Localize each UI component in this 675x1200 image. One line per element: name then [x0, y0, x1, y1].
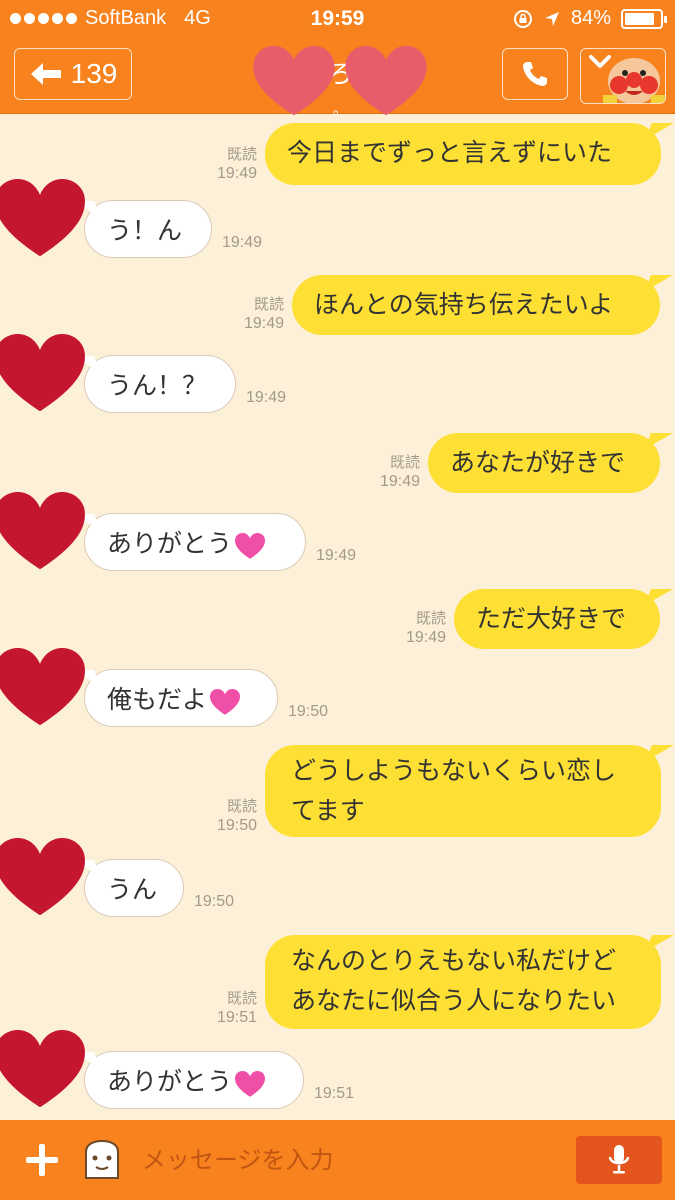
chat-header: 139 ろ 。 — [0, 38, 675, 117]
status-bar: SoftBank 4G 19:59 84% — [0, 0, 675, 38]
message-time: 19:49 — [379, 473, 420, 490]
their-message-bubble[interactable]: 俺もだよ — [84, 669, 278, 727]
pink-heart-emoji-icon — [235, 1070, 265, 1097]
arrow-left-icon — [30, 63, 61, 85]
message-time: 19:50 — [288, 703, 329, 720]
microphone-icon — [608, 1145, 630, 1174]
location-arrow-icon — [544, 11, 559, 26]
pink-heart-emoji-icon — [235, 532, 265, 559]
message-time: 19:49 — [246, 389, 287, 406]
back-button[interactable]: 139 — [14, 48, 132, 100]
message-meta: 既読 19:51 — [205, 989, 257, 1027]
message-time: 19:51 — [216, 1009, 257, 1026]
read-receipt: 既読 — [253, 296, 284, 313]
avatar-heart-icon — [0, 492, 85, 570]
message-text-line: てます — [291, 796, 365, 825]
message-text-line: うん — [107, 875, 158, 904]
message-text-line: ほんとの気持ち伝えたいよ — [314, 290, 614, 319]
message-input[interactable] — [142, 1140, 552, 1180]
battery-percent: 84% — [570, 7, 611, 29]
message-meta: 19:49 — [246, 388, 306, 407]
message-text-line: うん！？ — [107, 371, 208, 400]
message-meta: 19:49 — [222, 233, 282, 252]
unread-count: 139 — [70, 58, 118, 89]
pink-heart-emoji-icon — [210, 688, 240, 715]
message-text-line: あなたが好きで — [450, 448, 626, 477]
battery-icon — [621, 8, 667, 29]
my-message-bubble[interactable]: あなたが好きで — [428, 433, 660, 493]
message-time: 19:49 — [222, 234, 263, 251]
message-time: 19:49 — [243, 315, 284, 332]
my-message-bubble[interactable]: どうしようもないくらい恋し てます — [265, 745, 661, 837]
avatar-heart-icon — [0, 1030, 85, 1108]
message-meta: 既読 19:49 — [232, 295, 284, 333]
add-button[interactable] — [24, 1142, 60, 1182]
input-bar — [0, 1120, 675, 1200]
status-right: 84% — [513, 7, 667, 30]
mic-button[interactable] — [576, 1136, 662, 1184]
sticker-button[interactable] — [80, 1138, 124, 1186]
battery-fill — [625, 12, 654, 25]
message-time: 19:50 — [216, 817, 257, 834]
avatar-heart-icon — [0, 334, 85, 412]
sticker-icon — [85, 1139, 119, 1179]
read-receipt: 既読 — [389, 454, 420, 471]
read-receipt: 既読 — [226, 990, 257, 1007]
their-message-bubble[interactable]: う！ん — [84, 200, 212, 258]
message-text-line: どうしようもないくらい恋し — [291, 756, 617, 785]
rotation-lock-icon — [513, 9, 532, 28]
chat-title[interactable]: ろ 。 — [250, 40, 430, 117]
message-meta: 既読 19:49 — [394, 609, 446, 647]
message-text-line: 俺もだよ — [107, 685, 208, 714]
avatar-heart-icon — [0, 179, 85, 257]
message-time: 19:51 — [314, 1085, 355, 1102]
their-message-bubble[interactable]: ありがとう — [84, 1051, 304, 1109]
my-message-bubble[interactable]: ほんとの気持ち伝えたいよ — [292, 275, 660, 335]
message-meta: 既読 19:49 — [205, 145, 257, 183]
message-text-line: う！ん — [107, 216, 183, 245]
my-message-bubble[interactable]: 今日までずっと言えずにいた — [265, 123, 661, 185]
their-message-bubble[interactable]: ありがとう — [84, 513, 306, 571]
message-text-line: ありがとう — [107, 529, 233, 558]
message-meta: 19:50 — [288, 702, 348, 721]
message-text-line: ありがとう — [107, 1067, 233, 1096]
chat-area[interactable]: 今日までずっと言えずにいた 既読 19:49 う！ん 19:49 ほんとの気持ち伝えたいよ… — [0, 115, 675, 1120]
avatar-heart-icon — [0, 838, 85, 916]
message-text-line: 今日までずっと言えずにいた — [287, 138, 613, 167]
my-message-bubble[interactable]: なんのとりえもない私だけど あなたに似合う人になりたい — [265, 935, 661, 1029]
message-meta: 既読 19:49 — [368, 453, 420, 491]
menu-button[interactable] — [580, 48, 666, 104]
message-text-line: ただ大好きで — [476, 604, 627, 633]
read-receipt: 既読 — [226, 798, 257, 815]
heart-sticker-left-icon — [253, 45, 335, 116]
my-message-bubble[interactable]: ただ大好きで — [454, 589, 660, 649]
message-time: 19:50 — [194, 893, 235, 910]
character-avatar-icon — [603, 58, 665, 103]
message-meta: 既読 19:50 — [205, 797, 257, 835]
avatar-heart-icon — [0, 648, 85, 726]
message-meta: 19:51 — [314, 1084, 374, 1103]
message-time: 19:49 — [405, 629, 446, 646]
message-time: 19:49 — [216, 165, 257, 182]
phone-icon — [523, 62, 547, 86]
read-receipt: 既読 — [226, 146, 257, 163]
message-text-line: あなたに似合う人になりたい — [291, 986, 617, 1015]
heart-sticker-right-icon — [345, 45, 427, 116]
message-time: 19:49 — [316, 547, 357, 564]
plus-icon — [26, 1144, 58, 1176]
their-message-bubble[interactable]: うん — [84, 859, 184, 917]
message-meta: 19:49 — [316, 546, 376, 565]
their-message-bubble[interactable]: うん！？ — [84, 355, 236, 413]
message-meta: 19:50 — [194, 892, 254, 911]
read-receipt: 既読 — [415, 610, 446, 627]
message-text-line: なんのとりえもない私だけど — [291, 946, 617, 975]
call-button[interactable] — [502, 48, 568, 100]
